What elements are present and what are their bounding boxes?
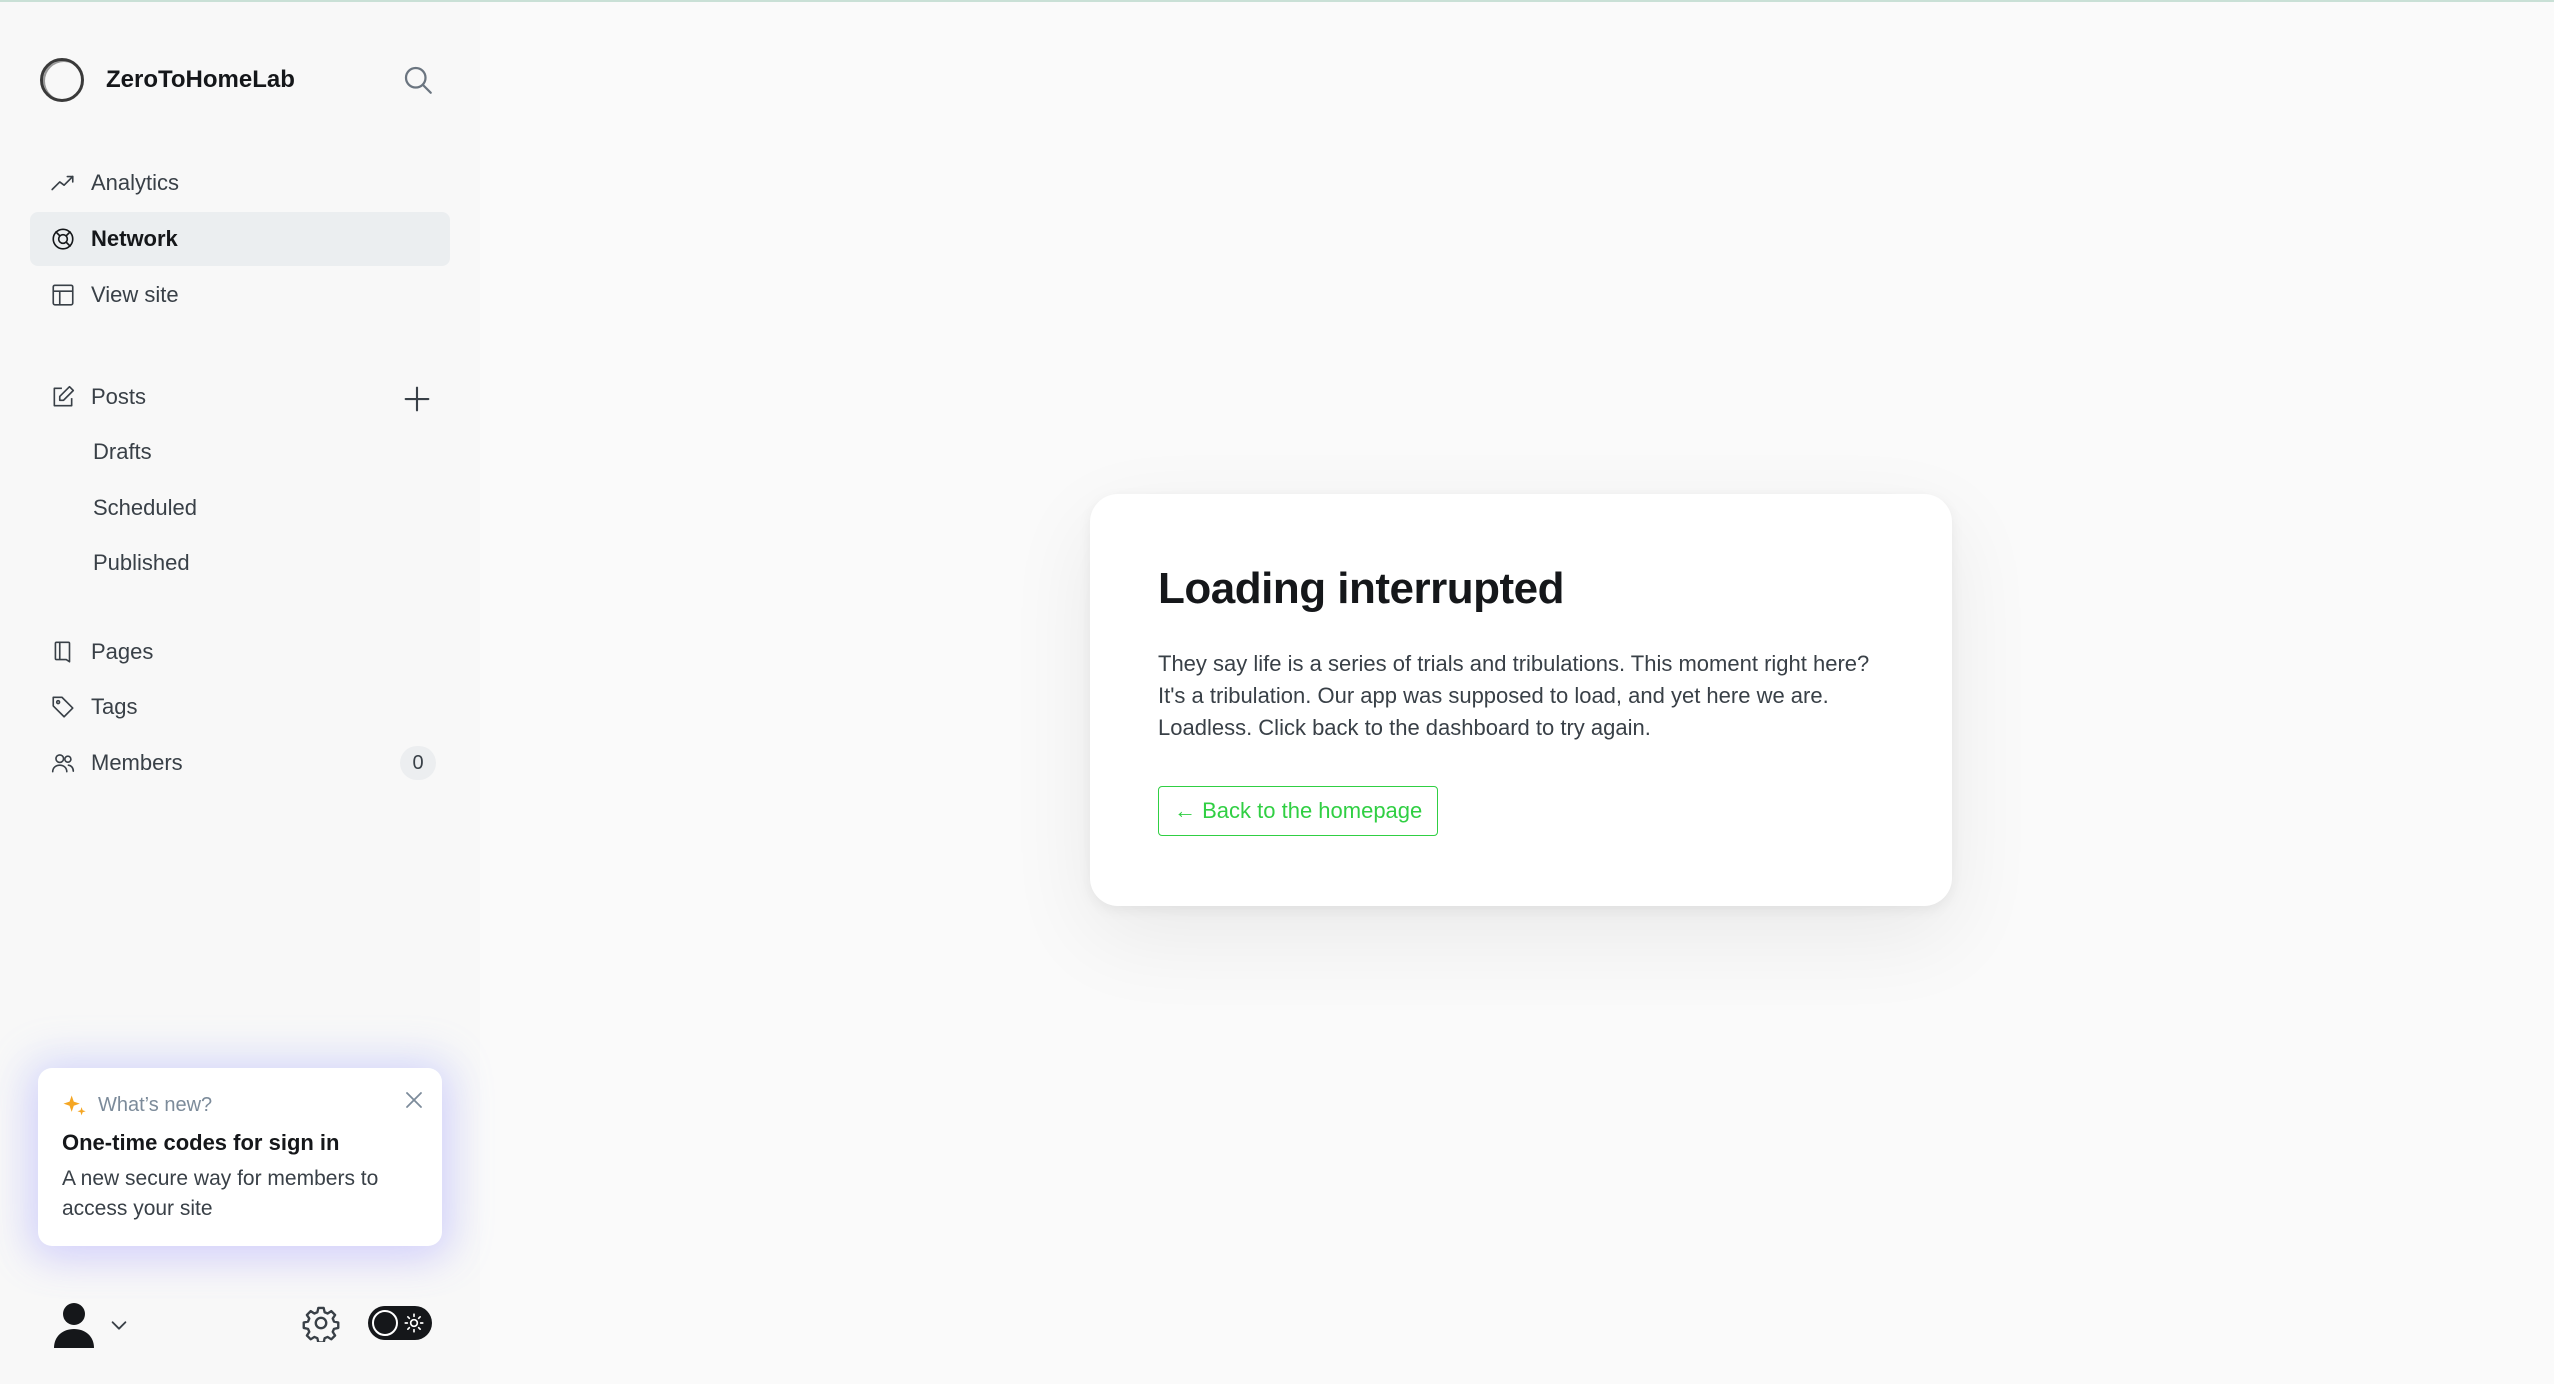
sparkle-icon [63, 1095, 86, 1116]
nav-analytics[interactable]: Analytics [30, 156, 450, 210]
network-icon [52, 228, 74, 250]
whats-new-title: One-time codes for sign in [62, 1130, 340, 1155]
chevron-down-icon[interactable] [108, 1314, 130, 1336]
nav-scheduled[interactable]: Scheduled [30, 481, 450, 535]
nav-published[interactable]: Published [30, 536, 450, 590]
sidebar: ZeroToHomeLab Analytics Network View sit… [0, 2, 480, 1384]
nav-scheduled-label: Scheduled [93, 495, 197, 520]
nav-posts[interactable]: Posts [30, 370, 450, 424]
search-button[interactable] [400, 62, 436, 98]
toggle-knob [372, 1310, 398, 1336]
nav-tags-label: Tags [91, 694, 138, 719]
nav-drafts[interactable]: Drafts [30, 425, 450, 479]
nav-network[interactable]: Network [30, 212, 450, 266]
error-card: Loading interrupted They say life is a s… [1090, 494, 1952, 906]
nav-network-label: Network [91, 226, 178, 251]
back-to-homepage-button[interactable]: ← Back to the homepage [1158, 786, 1439, 836]
site-logo [40, 58, 84, 102]
pages-icon [54, 641, 71, 663]
nav-posts-label: Posts [91, 384, 147, 409]
nav-view-site[interactable]: View site [30, 268, 450, 322]
plus-icon [404, 386, 430, 412]
view-site-icon [52, 284, 74, 306]
nav-members[interactable]: Members [30, 736, 450, 790]
whats-new-description: A new secure way for members to access y… [62, 1167, 379, 1220]
close-icon[interactable] [402, 1088, 426, 1112]
theme-toggle[interactable] [368, 1306, 432, 1340]
nav-members-label: Members [91, 750, 183, 775]
posts-icon [53, 385, 75, 407]
nav-pages-label: Pages [91, 639, 154, 664]
avatar-icon[interactable] [52, 1300, 96, 1348]
sun-icon [404, 1313, 424, 1333]
nav-view-site-label: View site [91, 282, 179, 307]
nav-analytics-label: Analytics [91, 170, 180, 195]
new-post-button[interactable] [400, 382, 434, 416]
whats-new-card[interactable]: What’s new? One-time codes for sign in A… [38, 1068, 442, 1246]
error-message: They say life is a series of trials and … [1158, 651, 1870, 740]
nav-tags[interactable]: Tags [30, 680, 450, 734]
gear-icon[interactable] [302, 1304, 340, 1342]
error-title: Loading interrupted [1158, 564, 1565, 613]
site-brand[interactable]: ZeroToHomeLab [40, 56, 295, 104]
tags-icon [52, 696, 74, 718]
nav-published-label: Published [93, 550, 190, 575]
site-name: ZeroToHomeLab [106, 66, 295, 93]
whats-new-eyebrow: What’s new? [98, 1094, 213, 1116]
nav-pages[interactable]: Pages [30, 625, 450, 679]
search-icon [404, 66, 432, 94]
analytics-icon [51, 175, 74, 191]
members-icon [51, 754, 75, 773]
nav-drafts-label: Drafts [93, 439, 152, 464]
members-count-badge: 0 [400, 746, 436, 780]
